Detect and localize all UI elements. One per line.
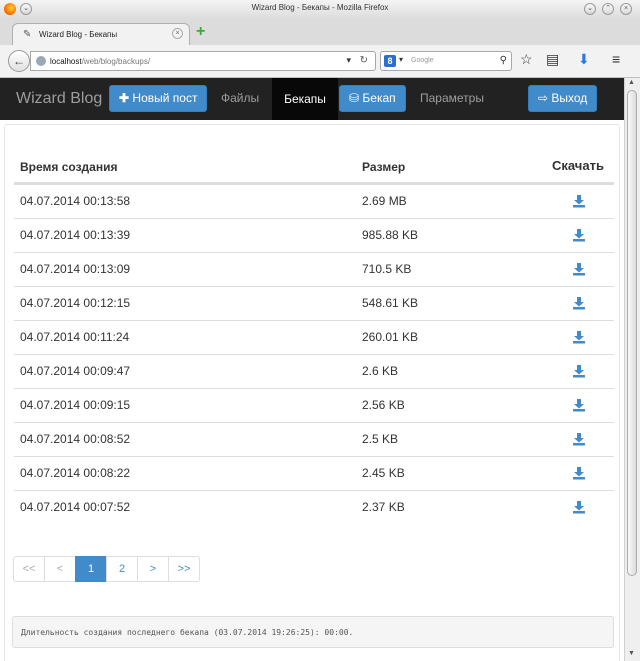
backup-time: 04.07.2014 00:13:39 [20,228,131,242]
table-row: 04.07.2014 00:08:22 2.45 KB [14,456,614,490]
maximize-icon[interactable]: ⌃ [602,3,614,15]
globe-icon [36,56,46,66]
download-icon[interactable] [572,500,586,514]
table-row: 04.07.2014 00:12:15 548.61 KB [14,286,614,320]
plus-icon: ✚ [119,91,130,105]
binoculars-icon[interactable]: ⚲ [500,55,507,66]
window-titlebar: ⌄ Wizard Blog - Бекапы - Mozilla Firefox… [0,0,640,20]
page-2[interactable]: 2 [106,556,138,582]
download-icon[interactable] [572,432,586,446]
reading-list-icon[interactable]: ▤ [546,50,559,68]
nav-files[interactable]: Файлы [221,91,259,105]
brand-logo[interactable]: Wizard Blog [16,90,102,108]
tab-bar: ✎ Wizard Blog - Бекапы × [0,19,640,45]
backup-size: 2.56 KB [362,398,405,412]
reload-icon[interactable]: ↻ [360,55,368,66]
search-engine-dropdown-icon[interactable]: ▾ [399,55,403,64]
backup-size: 2.45 KB [362,466,405,480]
download-icon[interactable] [572,296,586,310]
backup-button[interactable]: ⛁ Бекап [339,85,406,112]
close-window-icon[interactable]: × [620,3,632,15]
scroll-up-icon[interactable]: ▲ [628,79,635,86]
url-bar[interactable]: localhost/web/blog/backups/ ▾ ↻ [30,51,376,71]
header-created: Время создания [20,160,118,174]
backup-time: 04.07.2014 00:08:52 [20,432,131,446]
new-post-button[interactable]: ✚ Новый пост [109,85,208,112]
download-icon[interactable] [572,228,586,242]
backup-time: 04.07.2014 00:09:15 [20,398,131,412]
vertical-scrollbar[interactable]: ▲ ▼ [624,78,640,661]
database-icon: ⛁ [349,91,360,105]
download-icon[interactable] [572,262,586,276]
download-icon[interactable] [572,398,586,412]
backup-size: 710.5 KB [362,262,412,276]
page-next[interactable]: > [137,556,169,582]
backup-time: 04.07.2014 00:13:09 [20,262,131,276]
table-row: 04.07.2014 00:13:39 985.88 KB [14,218,614,252]
tab-close-icon[interactable]: × [172,28,183,39]
tab-title: Wizard Blog - Бекапы [39,30,118,39]
scroll-down-icon[interactable]: ▼ [628,650,635,657]
download-icon[interactable] [572,194,586,208]
backup-size: 2.5 KB [362,432,399,446]
backup-size: 260.01 KB [362,330,419,344]
scrollbar-thumb[interactable] [627,90,637,576]
url-text: localhost/web/blog/backups/ [50,57,151,66]
backup-duration-text: Длительность создания последнего бекапа … [21,628,354,637]
table-row: 04.07.2014 00:07:52 2.37 KB [14,490,614,524]
table-row: 04.07.2014 00:13:09 710.5 KB [14,252,614,286]
backup-duration-note: Длительность создания последнего бекапа … [12,616,614,648]
url-dropdown-icon[interactable]: ▾ [346,55,351,66]
page-first[interactable]: << [13,556,45,582]
logout-button[interactable]: ⇨ Выход [528,85,598,112]
backup-time: 04.07.2014 00:11:24 [20,330,130,344]
google-logo-icon[interactable]: 8 [384,55,396,67]
table-row: 04.07.2014 00:09:15 2.56 KB [14,388,614,422]
browser-toolbar: ← localhost/web/blog/backups/ ▾ ↻ 8 ▾ Go… [0,45,640,78]
logout-label: Выход [551,91,588,105]
download-icon[interactable] [572,364,586,378]
backup-time: 04.07.2014 00:13:58 [20,194,131,208]
page-1[interactable]: 1 [75,556,107,582]
header-size: Размер [362,160,406,174]
hamburger-menu-icon[interactable]: ≡ [612,50,620,68]
page-prev[interactable]: < [44,556,76,582]
backup-time: 04.07.2014 00:07:52 [20,500,131,514]
app-navbar: Wizard Blog ✚ Новый пост Файлы Бекапы ⛁ … [0,78,624,120]
backup-time: 04.07.2014 00:12:15 [20,296,131,310]
backup-size: 985.88 KB [362,228,419,242]
downloads-arrow-icon[interactable]: ⬇ [578,50,590,68]
logout-icon: ⇨ [538,91,549,105]
download-icon[interactable] [572,466,586,480]
backup-size: 2.6 KB [362,364,399,378]
new-tab-plus-icon[interactable]: + [196,24,205,40]
bookmark-star-icon[interactable]: ☆ [520,50,533,68]
back-arrow-icon[interactable]: ← [8,50,30,72]
nav-backups[interactable]: Бекапы [272,78,338,120]
minimize-icon[interactable]: ⌄ [584,3,596,15]
table-row: 04.07.2014 00:08:52 2.5 KB [14,422,614,456]
new-post-label: Новый пост [132,91,198,105]
wizard-favicon-icon: ✎ [23,29,32,40]
search-bar[interactable]: 8 ▾ Google ⚲ [380,51,512,71]
nav-settings[interactable]: Параметры [420,91,484,105]
header-download: Скачать [552,158,604,173]
pagination: << < 1 2 > >> [13,556,200,582]
table-row: 04.07.2014 00:13:58 2.69 MB [14,184,614,218]
browser-tab[interactable]: ✎ Wizard Blog - Бекапы × [12,23,190,45]
page-viewport: Wizard Blog ✚ Новый пост Файлы Бекапы ⛁ … [0,78,624,661]
download-icon[interactable] [572,330,586,344]
backup-size: 2.69 MB [362,194,407,208]
table-row: 04.07.2014 00:11:24 260.01 KB [14,320,614,354]
backup-label: Бекап [362,91,396,105]
search-placeholder: Google [411,57,434,64]
backup-time: 04.07.2014 00:08:22 [20,466,131,480]
backup-time: 04.07.2014 00:09:47 [20,364,131,378]
table-row: 04.07.2014 00:09:47 2.6 KB [14,354,614,388]
page-last[interactable]: >> [168,556,200,582]
backup-size: 2.37 KB [362,500,405,514]
window-title: Wizard Blog - Бекапы - Mozilla Firefox [251,3,389,12]
backup-size: 548.61 KB [362,296,419,310]
